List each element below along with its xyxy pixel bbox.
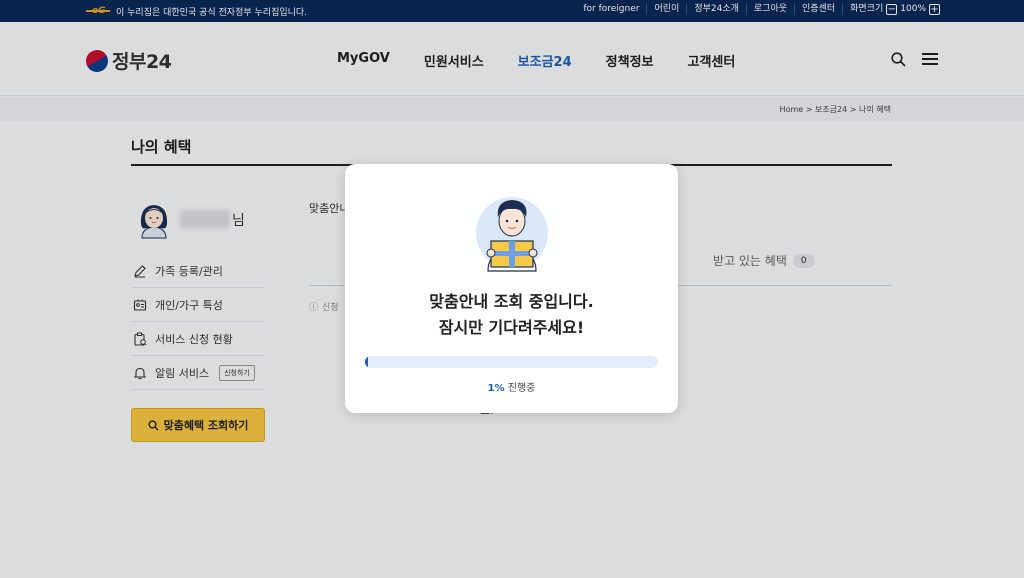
gift-character-icon — [476, 197, 548, 272]
progress-percent: 1% — [487, 383, 505, 394]
progress-label: 1% 진행중 — [345, 379, 678, 394]
loading-message-line2: 잠시만 기다려주세요! — [438, 318, 585, 337]
progress-bar — [365, 356, 658, 368]
loading-modal: 맞춤안내 조회 중입니다. 잠시만 기다려주세요! 1% 진행중 — [345, 164, 678, 413]
loading-message-line1: 맞춤안내 조회 중입니다. — [429, 292, 594, 311]
progress-fill — [365, 356, 368, 368]
progress-status: 진행중 — [507, 383, 536, 394]
